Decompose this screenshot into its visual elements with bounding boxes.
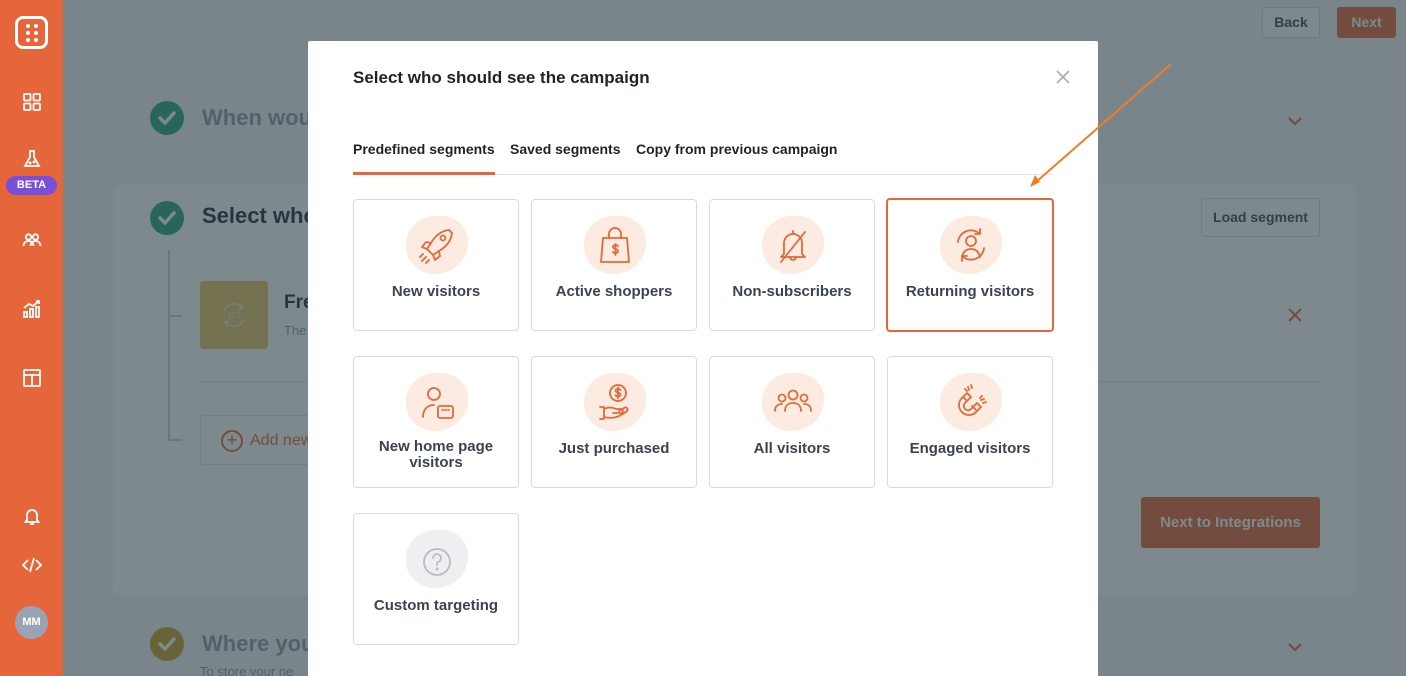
user-refresh-icon xyxy=(946,220,996,270)
segment-card-all-visitors[interactable]: All visitors xyxy=(709,356,875,488)
segment-tabs: Predefined segments Saved segments Copy … xyxy=(353,141,1053,175)
sidebar: BETA MM xyxy=(0,0,63,676)
rocket-icon xyxy=(412,220,462,270)
card-label: All visitors xyxy=(753,440,831,457)
bell-off-icon xyxy=(768,220,818,270)
shopping-bag-icon xyxy=(590,220,640,270)
tab-saved-segments[interactable]: Saved segments xyxy=(510,141,621,174)
segment-card-new-visitors[interactable]: New visitors xyxy=(353,199,519,331)
grid-icon[interactable] xyxy=(21,91,42,112)
card-label: New visitors xyxy=(391,283,481,300)
segment-card-non-subscribers[interactable]: Non-subscribers xyxy=(709,199,875,331)
users-icon[interactable] xyxy=(21,229,42,250)
tab-predefined-segments[interactable]: Predefined segments xyxy=(353,141,495,175)
segment-card-engaged-visitors[interactable]: Engaged visitors xyxy=(887,356,1053,488)
card-label: Custom targeting xyxy=(373,597,499,614)
card-label: Just purchased xyxy=(558,440,670,457)
segment-card-returning-visitors[interactable]: Returning visitors xyxy=(886,198,1054,332)
card-label: Active shoppers xyxy=(555,283,673,300)
users-group-icon xyxy=(768,377,818,427)
card-label: Engaged visitors xyxy=(909,440,1031,457)
tab-copy-previous[interactable]: Copy from previous campaign xyxy=(636,141,837,174)
card-label: Non-subscribers xyxy=(732,283,852,300)
chart-icon[interactable] xyxy=(21,298,42,319)
segment-card-new-home-page-visitors[interactable]: New home page visitors xyxy=(353,356,519,488)
card-label: New home page visitors xyxy=(378,438,494,471)
magnet-icon xyxy=(946,377,996,427)
hand-dollar-icon xyxy=(590,377,640,427)
bell-icon[interactable] xyxy=(21,505,42,526)
close-icon[interactable] xyxy=(1056,70,1070,84)
flask-icon[interactable] xyxy=(21,148,42,169)
question-icon xyxy=(412,534,462,584)
logo-icon[interactable] xyxy=(15,16,48,49)
layout-icon[interactable] xyxy=(21,367,42,388)
card-label: Returning visitors xyxy=(905,283,1035,300)
code-icon[interactable] xyxy=(21,554,42,575)
user-browser-icon xyxy=(412,377,462,427)
segment-card-just-purchased[interactable]: Just purchased xyxy=(531,356,697,488)
segment-modal: Select who should see the campaign Prede… xyxy=(308,41,1098,676)
modal-title: Select who should see the campaign xyxy=(353,68,650,87)
avatar[interactable]: MM xyxy=(15,606,48,639)
segment-card-active-shoppers[interactable]: Active shoppers xyxy=(531,199,697,331)
segment-card-custom-targeting[interactable]: Custom targeting xyxy=(353,513,519,645)
beta-badge: BETA xyxy=(6,176,57,195)
